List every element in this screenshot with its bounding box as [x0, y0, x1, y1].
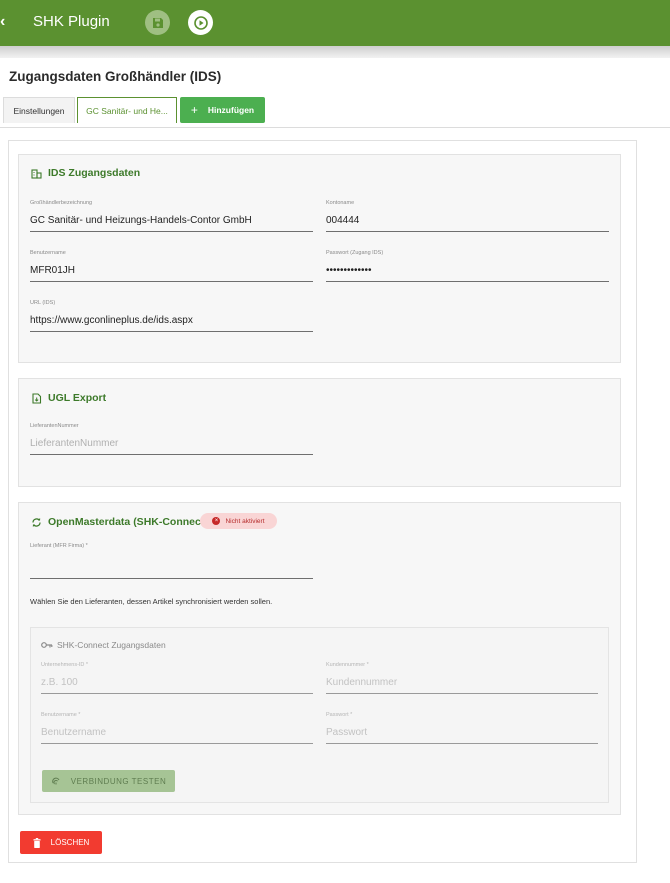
input-underline: [326, 743, 598, 744]
tab-settings[interactable]: Einstellungen: [3, 97, 75, 123]
fingerprint-icon: [51, 776, 61, 786]
file-export-icon: [31, 392, 42, 404]
input-underline: [326, 231, 609, 232]
wholesaler-name-field[interactable]: Großhändlerbezeichnung GC Sanitär- und H…: [30, 199, 313, 232]
back-button[interactable]: ‹: [0, 12, 12, 32]
omd-card-title-text: OpenMasterdata (SHK-Connect): [48, 516, 208, 528]
customer-number-input[interactable]: Kundennummer: [326, 676, 598, 690]
input-underline: [326, 693, 598, 694]
supplier-helper-text: Wählen Sie den Lieferanten, dessen Artik…: [30, 597, 273, 606]
add-label: Hinzufügen: [207, 105, 255, 115]
shk-connect-title: SHK-Connect Zugangsdaten: [41, 640, 166, 650]
error-circle-icon: ×: [212, 517, 221, 525]
input-underline: [41, 693, 313, 694]
sync-icon: [31, 517, 42, 528]
customer-number-label: Kundennummer *: [326, 662, 369, 668]
wholesaler-name-input[interactable]: GC Sanitär- und Heizungs-Handels-Contor …: [30, 214, 313, 228]
ids-username-label: Benutzername: [30, 250, 66, 256]
ids-url-input[interactable]: https://www.gconlineplus.de/ids.aspx: [30, 314, 313, 328]
supplier-select-input[interactable]: [30, 561, 313, 575]
supplier-select-field[interactable]: Lieferant (MFR Firma) *: [30, 542, 313, 579]
status-badge-text: Nicht aktiviert: [225, 517, 265, 525]
page-title: Zugangsdaten Großhändler (IDS): [9, 69, 222, 84]
ids-url-field[interactable]: URL (IDS) https://www.gconlineplus.de/id…: [30, 299, 313, 332]
shk-username-field[interactable]: Benutzername * Benutzername: [41, 711, 313, 744]
ugl-card-title-text: UGL Export: [48, 392, 107, 404]
tab-wholesaler-gc[interactable]: GC Sanitär- und He...: [77, 97, 177, 123]
ids-card-title-text: IDS Zugangsdaten: [48, 167, 141, 179]
test-connection-button[interactable]: VERBINDUNG TESTEN: [42, 770, 175, 792]
test-connection-label: VERBINDUNG TESTEN: [70, 776, 167, 786]
shk-username-label: Benutzername *: [41, 712, 81, 718]
input-underline: [30, 454, 313, 455]
run-button[interactable]: [188, 10, 213, 35]
ids-card-title: IDS Zugangsdaten: [31, 167, 140, 179]
input-underline: [326, 281, 609, 282]
account-name-field[interactable]: Kontoname 004444: [326, 199, 609, 232]
ids-password-input[interactable]: •••••••••••••: [326, 264, 609, 278]
shk-connect-title-text: SHK-Connect Zugangsdaten: [57, 640, 166, 650]
supplier-number-input[interactable]: LieferantenNummer: [30, 437, 313, 451]
input-underline: [30, 578, 313, 579]
ids-password-label: Passwort (Zugang IDS): [326, 250, 384, 256]
input-underline: [30, 331, 313, 332]
add-wholesaler-button[interactable]: + Hinzufügen: [180, 97, 265, 123]
app-title: SHK Plugin: [33, 13, 110, 30]
ids-username-input[interactable]: MFR01JH: [30, 264, 313, 278]
ids-url-label: URL (IDS): [30, 300, 56, 306]
shk-password-input[interactable]: Passwort: [326, 726, 598, 740]
save-icon: [152, 17, 163, 28]
shk-password-label: Passwort *: [326, 712, 353, 718]
account-name-label: Kontoname: [326, 200, 355, 206]
trash-icon: [33, 837, 41, 848]
delete-label: LÖSCHEN: [50, 838, 90, 847]
company-id-label: Unternehmens-ID *: [41, 662, 89, 668]
input-underline: [30, 281, 313, 282]
delete-button[interactable]: LÖSCHEN: [20, 831, 102, 854]
ids-password-field[interactable]: Passwort (Zugang IDS) •••••••••••••: [326, 249, 609, 282]
customer-number-field[interactable]: Kundennummer * Kundennummer: [326, 661, 598, 694]
supplier-select-label: Lieferant (MFR Firma) *: [30, 543, 88, 549]
key-icon: [41, 641, 53, 649]
wholesaler-name-label: Großhändlerbezeichnung: [30, 200, 93, 206]
ugl-card-title: UGL Export: [31, 392, 106, 404]
supplier-number-field[interactable]: LieferantenNummer LieferantenNummer: [30, 422, 313, 455]
play-circle-icon: [193, 15, 208, 30]
shk-password-field[interactable]: Passwort * Passwort: [326, 711, 598, 744]
omd-card-title: OpenMasterdata (SHK-Connect): [31, 516, 208, 528]
company-id-input[interactable]: z.B. 100: [41, 676, 313, 690]
plus-icon: +: [190, 103, 198, 117]
account-name-input[interactable]: 004444: [326, 214, 609, 228]
tabs-divider: [0, 127, 670, 128]
status-badge: × Nicht aktiviert: [200, 513, 277, 529]
ids-username-field[interactable]: Benutzername MFR01JH: [30, 249, 313, 282]
building-icon: [31, 168, 42, 179]
save-button[interactable]: [145, 10, 170, 35]
input-underline: [30, 231, 313, 232]
company-id-field[interactable]: Unternehmens-ID * z.B. 100: [41, 661, 313, 694]
header-shadow: [0, 46, 670, 58]
input-underline: [41, 743, 313, 744]
supplier-number-label: LieferantenNummer: [30, 423, 79, 429]
shk-username-input[interactable]: Benutzername: [41, 726, 313, 740]
